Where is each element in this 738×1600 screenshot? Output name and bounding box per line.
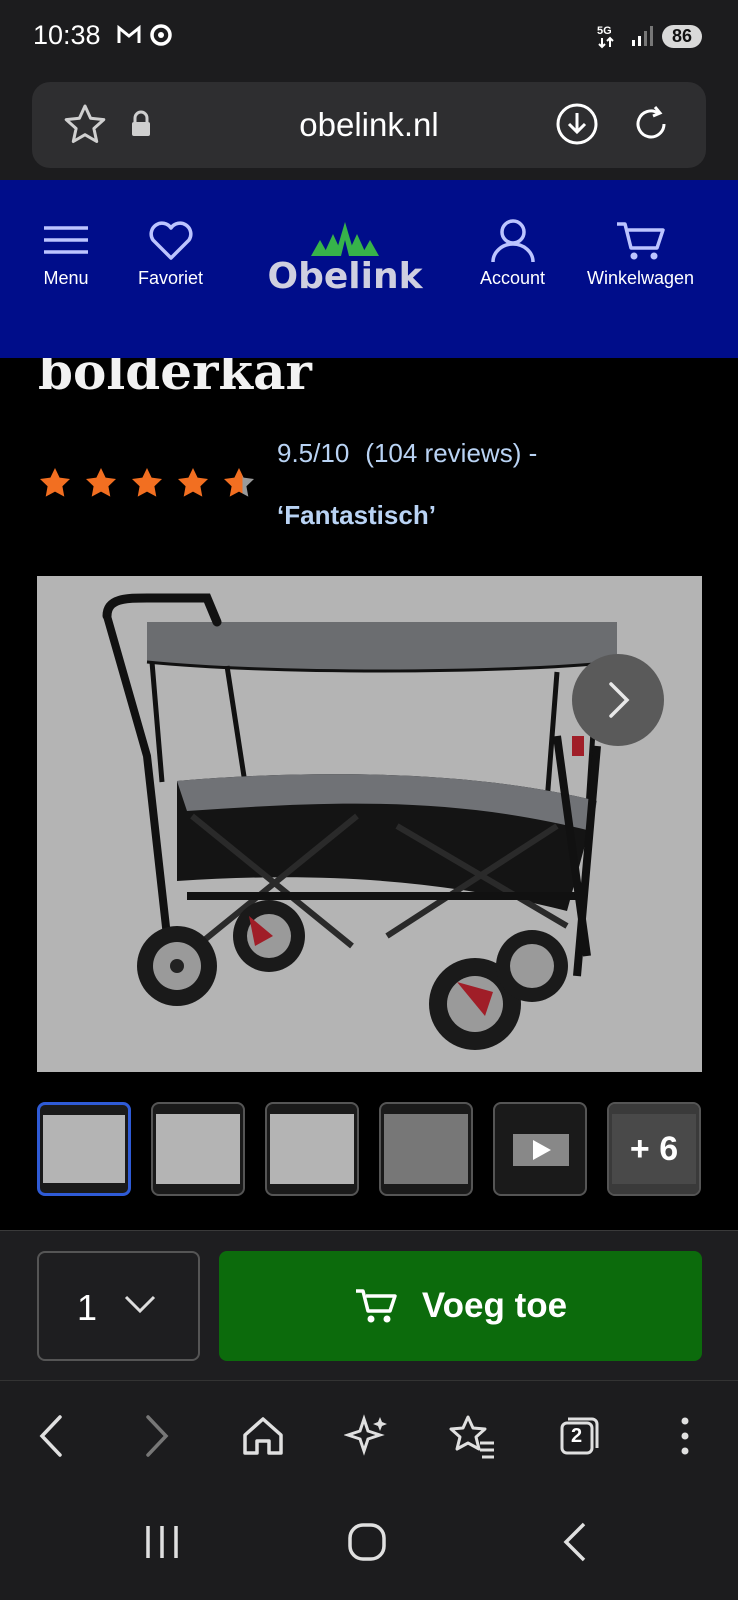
user-icon (490, 219, 535, 262)
circle-app-icon (150, 24, 172, 46)
more-vertical-icon[interactable] (670, 1413, 700, 1459)
menu-label: Menu (43, 268, 89, 288)
ai-sparkle-icon[interactable] (344, 1413, 390, 1459)
system-navigation (0, 1490, 738, 1600)
back-icon[interactable] (36, 1413, 66, 1459)
recent-apps-icon[interactable] (142, 1522, 182, 1562)
account-label: Account (480, 268, 546, 288)
url-text[interactable]: obelink.nl (32, 106, 706, 144)
image-thumbnails: + 6 (37, 1102, 702, 1196)
heart-icon (149, 221, 193, 260)
account-button[interactable]: Account (480, 218, 545, 289)
review-count: (104 reviews) - (365, 438, 538, 468)
network-5g-icon: 5G (597, 25, 614, 49)
cart-label: Winkelwagen (587, 268, 695, 288)
status-right: 5G 86 (596, 22, 702, 50)
obelink-logo[interactable]: Obelink (265, 216, 425, 297)
video-thumbnail[interactable] (493, 1102, 587, 1196)
star-icon (178, 468, 208, 497)
add-to-cart-label: Voeg toe (421, 1286, 568, 1325)
rating-word[interactable]: ‘Fantastisch’ (277, 500, 436, 531)
add-to-cart-button[interactable]: Voeg toe (219, 1251, 702, 1361)
chevron-down-icon (124, 1295, 156, 1314)
battery-badge: 86 (661, 24, 702, 48)
bookmarks-icon[interactable] (448, 1413, 498, 1459)
menu-button[interactable]: Menu (40, 218, 92, 289)
thumbnail[interactable] (265, 1102, 359, 1196)
address-bar[interactable]: obelink.nl (32, 82, 706, 168)
rating-score: 9.5/10 (277, 438, 350, 468)
home-icon[interactable] (240, 1413, 286, 1459)
quantity-select[interactable]: 1 (37, 1251, 200, 1361)
tabs-count: 2 (571, 1425, 583, 1447)
star-icon (40, 468, 70, 497)
status-time: 10:38 (33, 20, 101, 50)
status-bar: 10:38 5G 86 (0, 0, 738, 76)
tabs-button[interactable]: 2 (556, 1413, 602, 1463)
site-header: Menu Favoriet Obelink Account Winkelwage… (0, 180, 738, 358)
star-icon (132, 468, 162, 497)
notification-icons (116, 22, 174, 48)
signal-icon (631, 26, 653, 46)
wheel (137, 926, 217, 1006)
reload-icon[interactable] (628, 101, 674, 147)
cart-icon (616, 222, 665, 260)
favorites-button[interactable]: Favoriet (138, 218, 203, 289)
chevron-right-icon (609, 682, 630, 718)
hamburger-icon (44, 226, 88, 254)
play-icon (513, 1134, 569, 1166)
bolderkar-image (102, 593, 618, 1050)
next-image-button[interactable] (572, 654, 664, 746)
quantity-value: 1 (77, 1287, 98, 1328)
more-images-count: + 6 (609, 1104, 699, 1194)
rating-stars[interactable] (38, 466, 256, 500)
logo-text: Obelink (267, 256, 423, 297)
cart-button[interactable]: Winkelwagen (587, 218, 694, 289)
svg-text:5G: 5G (597, 25, 612, 37)
back-system-icon[interactable] (560, 1522, 590, 1562)
tents-logo-icon (311, 222, 379, 256)
rating-line[interactable]: 9.5/10 (104 reviews) - (277, 438, 553, 469)
home-system-icon[interactable] (347, 1522, 387, 1562)
star-icon (86, 468, 116, 497)
product-title: bolderkar (38, 358, 312, 401)
buy-bar: 1 Voeg toe (0, 1230, 738, 1380)
favorites-label: Favoriet (138, 268, 204, 288)
thumbnail[interactable] (37, 1102, 131, 1196)
product-main-image[interactable] (37, 576, 702, 1072)
browser-toolbar: 2 (0, 1380, 738, 1490)
more-images-thumbnail[interactable]: + 6 (607, 1102, 701, 1196)
download-icon[interactable] (554, 101, 600, 147)
half-star-icon (224, 468, 254, 497)
product-content: bolderkar 9.5/10 (104 reviews) - ‘Fantast… (0, 358, 738, 1230)
gmail-icon (117, 24, 141, 43)
cart-icon (355, 1289, 397, 1323)
thumbnail[interactable] (379, 1102, 473, 1196)
browser-address-area: obelink.nl (0, 76, 738, 180)
thumbnail[interactable] (151, 1102, 245, 1196)
forward-icon[interactable] (142, 1413, 172, 1459)
